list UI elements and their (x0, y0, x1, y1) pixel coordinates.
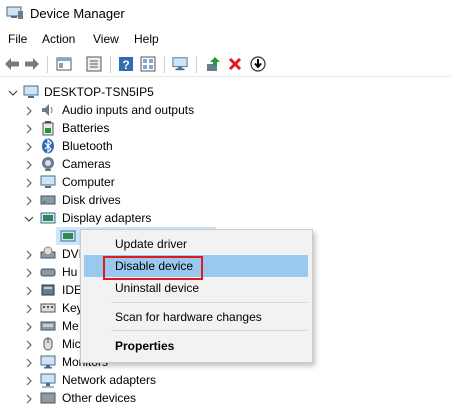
menu-action[interactable]: Action (42, 32, 75, 46)
tree-item-label: Audio inputs and outputs (62, 103, 195, 117)
tree-item-label: Other devices (62, 391, 137, 405)
chevron-right-icon[interactable] (24, 249, 34, 260)
chevron-right-icon[interactable] (24, 159, 34, 170)
tree-item-label: Bluetooth (62, 139, 113, 153)
tree-root-label: DESKTOP-TSN5IP5 (44, 85, 154, 99)
tree-item-label: Cameras (62, 157, 111, 171)
tree-item-label: Computer (62, 175, 115, 189)
chevron-right-icon[interactable] (24, 339, 34, 350)
computer-icon (23, 84, 39, 100)
disk-drive-icon (40, 192, 56, 208)
svg-text:?: ? (122, 58, 129, 72)
chevron-right-icon[interactable] (24, 357, 34, 368)
tree-item-computer[interactable]: Computer (0, 173, 450, 191)
menu-item-uninstall-device[interactable]: Uninstall device (81, 277, 312, 299)
chevron-right-icon[interactable] (24, 123, 34, 134)
menu-separator (111, 330, 307, 331)
highlight-annotation-box (103, 256, 203, 280)
tree-item-label: Network adapters (62, 373, 157, 387)
menu-view[interactable]: View (93, 32, 119, 46)
tree-item-network-adapters[interactable]: Network adapters (0, 371, 450, 389)
menu-item-label: Properties (115, 339, 175, 353)
chevron-right-icon[interactable] (24, 267, 34, 278)
menu-file[interactable]: File (8, 32, 27, 46)
menu-item-update-driver[interactable]: Update driver (81, 233, 312, 255)
menu-item-label: Uninstall device (115, 281, 200, 295)
toolbar-separator (164, 56, 165, 73)
title-bar: Device Manager (0, 0, 450, 28)
window-title: Device Manager (30, 6, 125, 21)
tree-root[interactable]: DESKTOP-TSN5IP5 (0, 83, 450, 101)
bluetooth-icon (40, 138, 56, 154)
other-devices-icon (40, 390, 56, 406)
tree-item-label: Disk drives (62, 193, 121, 207)
mice-icon (40, 336, 56, 352)
tree-item-display-adapters[interactable]: Display adapters (0, 209, 450, 227)
chevron-right-icon[interactable] (24, 393, 34, 404)
download-icon[interactable] (250, 56, 266, 72)
forward-arrow-icon[interactable] (24, 56, 40, 72)
dvd-icon (40, 246, 56, 262)
menu-bar: File Action View Help (0, 30, 450, 50)
tree-item-disk-drives[interactable]: Disk drives (0, 191, 450, 209)
view-icon[interactable] (140, 56, 156, 72)
tree-item-bluetooth[interactable]: Bluetooth (0, 137, 450, 155)
chevron-right-icon[interactable] (24, 375, 34, 386)
back-arrow-icon[interactable] (4, 56, 20, 72)
tree-item-batteries[interactable]: Batteries (0, 119, 450, 137)
chevron-right-icon[interactable] (24, 321, 34, 332)
keyboard-icon (40, 300, 56, 316)
network-adapter-icon (40, 372, 56, 388)
menu-help[interactable]: Help (134, 32, 159, 46)
tree-item-cameras[interactable]: Cameras (0, 155, 450, 173)
uninstall-icon[interactable] (227, 56, 243, 72)
properties-icon[interactable] (56, 56, 72, 72)
menu-item-label: Update driver (115, 237, 188, 251)
memory-icon (40, 318, 56, 334)
battery-icon (40, 120, 56, 136)
chevron-right-icon[interactable] (24, 141, 34, 152)
tree-item-label: Me (62, 319, 79, 333)
chevron-right-icon[interactable] (24, 285, 34, 296)
monitor-icon[interactable] (172, 56, 188, 72)
chevron-right-icon[interactable] (24, 177, 34, 188)
show-hide-icon[interactable] (86, 56, 102, 72)
tree-item-label: IDE (62, 283, 83, 297)
ide-icon (40, 282, 56, 298)
toolbar-separator (110, 56, 111, 73)
context-menu: Update driver Disable device Uninstall d… (80, 229, 313, 363)
help-icon[interactable]: ? (118, 56, 134, 72)
camera-icon (40, 156, 56, 172)
tree-item-label: DVI (62, 247, 83, 261)
menu-item-scan-hardware[interactable]: Scan for hardware changes (81, 306, 312, 328)
tree-item-label: Batteries (62, 121, 110, 135)
hid-icon (40, 264, 56, 280)
update-driver-icon[interactable] (205, 56, 221, 72)
toolbar-separator (47, 56, 48, 73)
tree-item-audio[interactable]: Audio inputs and outputs (0, 101, 450, 119)
tree-item-label: Mic (62, 337, 81, 351)
chevron-down-icon[interactable] (24, 213, 34, 223)
display-adapter-icon (40, 210, 56, 226)
monitor-icon (40, 354, 56, 370)
menu-separator (111, 302, 307, 303)
toolbar-separator (196, 56, 197, 73)
device-manager-app-icon (6, 6, 24, 20)
display-adapter-device-icon (60, 228, 76, 244)
tree-item-label: Display adapters (62, 211, 152, 225)
menu-item-label: Scan for hardware changes (115, 310, 262, 324)
menu-item-properties[interactable]: Properties (81, 335, 312, 357)
speaker-icon (40, 102, 56, 118)
toolbar: ? (0, 52, 450, 77)
chevron-right-icon[interactable] (24, 105, 34, 116)
tree-item-other-devices[interactable]: Other devices (0, 389, 450, 407)
chevron-right-icon[interactable] (24, 303, 34, 314)
computer-icon (40, 174, 56, 190)
chevron-down-icon[interactable] (8, 87, 18, 97)
chevron-right-icon[interactable] (24, 195, 34, 206)
tree-item-label: Hu (62, 265, 78, 279)
